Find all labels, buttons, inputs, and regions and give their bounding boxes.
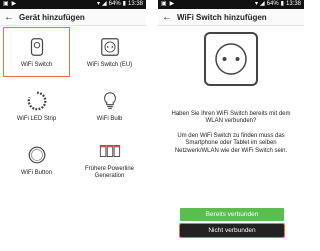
tile-label: WiFi Button xyxy=(20,169,52,176)
status-bar: ▣ ▶ ▾ ◢ 64% ▮ 13:38 xyxy=(158,0,304,9)
right-screen: ▣ ▶ ▾ ◢ 64% ▮ 13:38 ← WiFi Switch hinzufü… xyxy=(158,0,304,251)
tile-wifi-switch[interactable]: WiFi Switch xyxy=(3,27,70,77)
wifi-icon: ▾ xyxy=(97,1,101,7)
wifi-icon: ▾ xyxy=(255,1,259,7)
eu-socket-icon xyxy=(204,32,258,86)
bulb-icon xyxy=(103,91,116,109)
device-grid: WiFi Switch WiFi Switch (EU) WiFi LED St… xyxy=(0,27,146,185)
tile-powerline[interactable]: Frühere Powerline Generation xyxy=(76,135,143,185)
tile-wifi-bulb[interactable]: WiFi Bulb xyxy=(76,81,143,131)
battery-level: 64% xyxy=(266,1,279,7)
back-arrow-icon[interactable]: ← xyxy=(4,12,16,23)
description-text: Um den WiFi Switch zu finden muss das Sm… xyxy=(174,132,288,154)
tile-label: WiFi Switch xyxy=(20,61,53,68)
play-icon: ▶ xyxy=(11,1,17,7)
tile-label: WiFi LED Strip xyxy=(16,115,57,122)
battery-level: 64% xyxy=(108,1,121,7)
signal-icon: ◢ xyxy=(102,1,107,7)
not-connected-button[interactable]: Nicht verbunden xyxy=(179,223,285,238)
tile-wifi-led-strip[interactable]: WiFi LED Strip xyxy=(3,81,70,131)
clock: 13:38 xyxy=(127,1,143,7)
round-button-icon xyxy=(28,146,45,163)
tile-label: WiFi Bulb xyxy=(96,115,123,122)
battery-icon: ▮ xyxy=(122,1,126,7)
app-bar: ← WiFi Switch hinzufügen xyxy=(158,9,304,26)
clock: 13:38 xyxy=(285,1,301,7)
page-title: Gerät hinzufügen xyxy=(19,12,85,22)
question-text: Haben Sie Ihren WiFi Switch bereits mit … xyxy=(171,110,291,125)
smart-plug-icon xyxy=(30,37,43,56)
notification-icon: ▣ xyxy=(161,1,167,7)
already-connected-button[interactable]: Bereits verbunden xyxy=(180,208,284,221)
back-arrow-icon[interactable]: ← xyxy=(162,12,174,23)
led-strip-icon xyxy=(27,91,46,110)
left-screen: ▣ ▶ ▾ ◢ 64% ▮ 13:38 ← Gerät hinzufügen Wi… xyxy=(0,0,146,251)
content-area: Haben Sie Ihren WiFi Switch bereits mit … xyxy=(158,27,304,155)
signal-icon: ◢ xyxy=(260,1,265,7)
battery-icon: ▮ xyxy=(280,1,284,7)
play-icon: ▶ xyxy=(169,1,175,7)
tile-wifi-button[interactable]: WiFi Button xyxy=(3,135,70,185)
tile-label: Frühere Powerline Generation xyxy=(84,166,135,179)
tile-wifi-switch-eu[interactable]: WiFi Switch (EU) xyxy=(76,27,143,77)
page-title: WiFi Switch hinzufügen xyxy=(177,12,267,22)
status-bar: ▣ ▶ ▾ ◢ 64% ▮ 13:38 xyxy=(0,0,146,9)
tile-label: WiFi Switch (EU) xyxy=(86,61,133,68)
eu-socket-icon xyxy=(100,37,119,56)
app-bar: ← Gerät hinzufügen xyxy=(0,9,146,26)
notification-icon: ▣ xyxy=(3,1,9,7)
powerline-adapters-icon xyxy=(99,145,120,157)
